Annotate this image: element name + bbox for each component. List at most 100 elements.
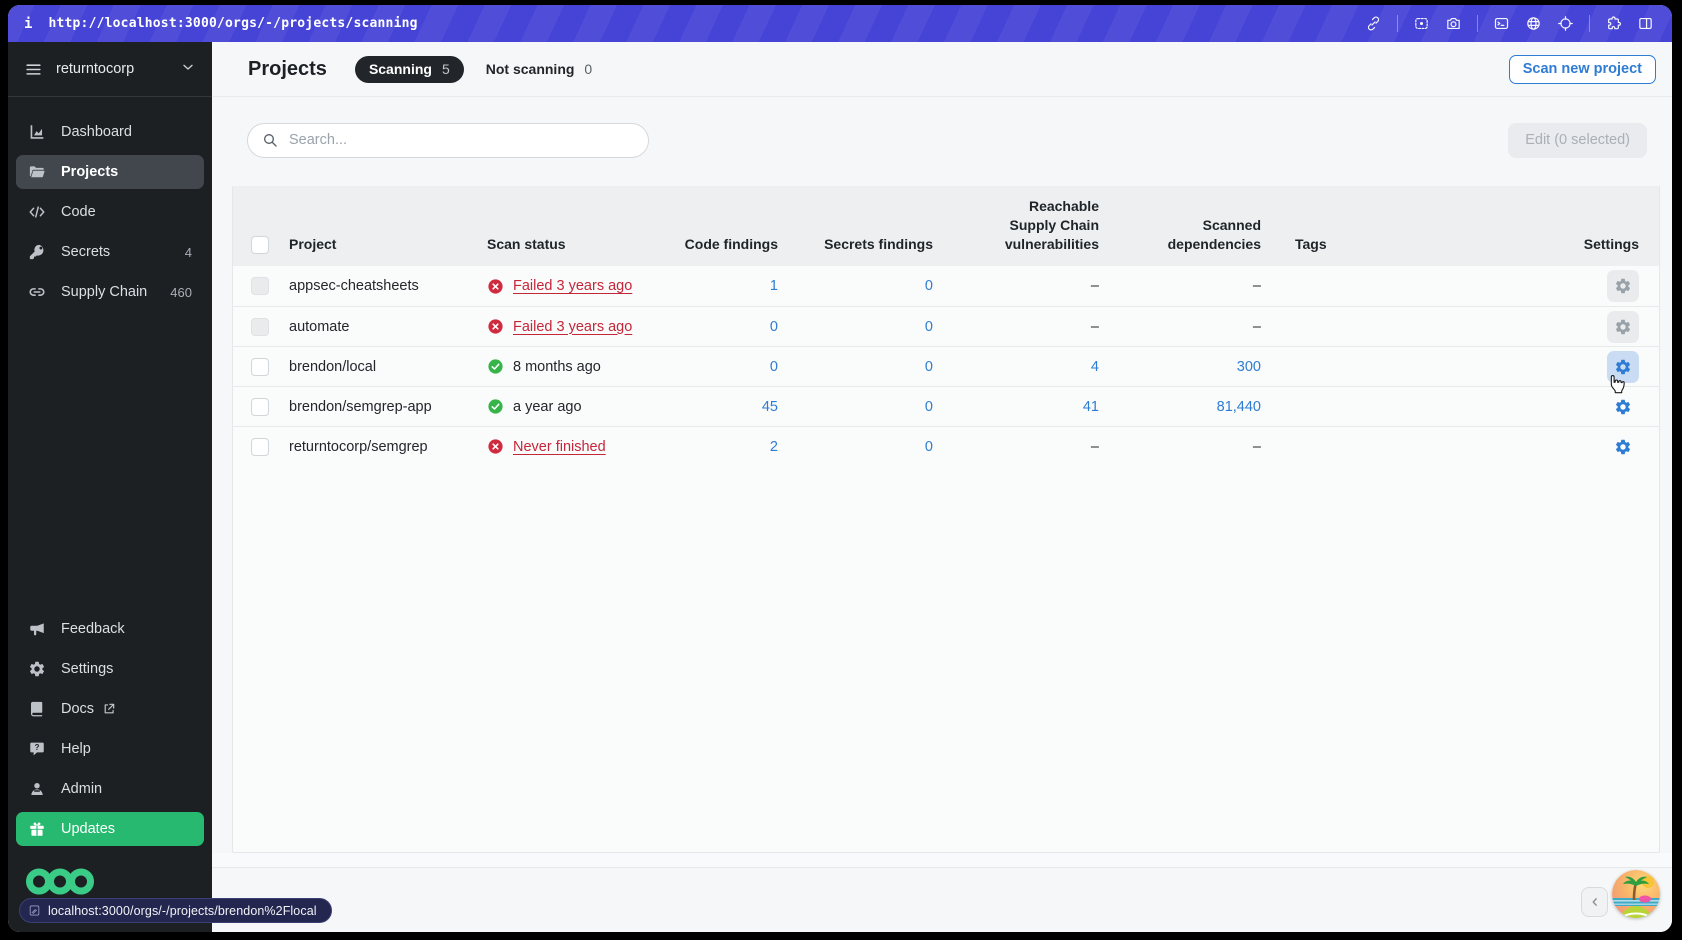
cell-count-link[interactable]: 0 (925, 319, 933, 335)
extensions-icon[interactable] (1605, 15, 1622, 32)
page-icon (28, 904, 41, 917)
main-content: Projects Scanning 5 Not scanning 0 Scan … (212, 42, 1672, 932)
scan-status: a year ago (487, 398, 650, 415)
cell-count-link[interactable]: 81,440 (1217, 399, 1261, 415)
project-name[interactable]: appsec-cheatsheets (289, 278, 487, 294)
toolbar-separator (1477, 15, 1478, 32)
cell-empty-value: – (1252, 318, 1261, 335)
sidebar-item-dashboard[interactable]: Dashboard (16, 115, 204, 149)
table-toolbar: Edit (0 selected) (212, 122, 1672, 158)
project-settings-gear-icon[interactable] (1607, 270, 1639, 302)
crosshair-icon[interactable] (1557, 15, 1574, 32)
table-row[interactable]: returntocorp/semgrep Never finished 2 0 – – (233, 426, 1659, 466)
cell-count-link[interactable]: 41 (1083, 399, 1099, 415)
table-row[interactable]: appsec-cheatsheets Failed 3 years ago 1 0 – – (233, 266, 1659, 306)
sidebar-item-projects[interactable]: Projects (16, 155, 204, 189)
sidebar-item-supply-chain[interactable]: Supply Chain 460 (16, 275, 204, 309)
x-circle-icon (487, 438, 504, 455)
address-url[interactable]: http://localhost:3000/orgs/-/projects/sc… (48, 16, 417, 31)
project-settings-gear-icon[interactable] (1607, 310, 1639, 343)
secrets-findings-cell: 0 (782, 359, 937, 375)
tab-not-scanning[interactable]: Not scanning 0 (486, 61, 592, 77)
settings-cell (1405, 310, 1659, 343)
docs-icon (28, 700, 46, 718)
secrets-findings-cell: 0 (782, 319, 937, 335)
cell-count-link[interactable]: 0 (925, 359, 933, 375)
feedback-icon (28, 620, 46, 638)
select-all-checkbox[interactable] (251, 236, 269, 254)
project-name[interactable]: automate (289, 319, 487, 335)
link-icon[interactable] (1365, 15, 1382, 32)
scan-status: Never finished (487, 438, 650, 455)
scan-status-text[interactable]: Failed 3 years ago (513, 278, 632, 294)
globe-icon[interactable] (1525, 15, 1542, 32)
row-checkbox[interactable] (251, 317, 269, 336)
table-row[interactable]: brendon/semgrep-app a year ago 45 0 41 81,440 (233, 386, 1659, 426)
cell-empty-value: – (1090, 318, 1099, 335)
sidebar-item-secrets[interactable]: Secrets 4 (16, 235, 204, 269)
row-checkbox[interactable] (251, 277, 269, 295)
cell-count-link[interactable]: 0 (925, 439, 933, 455)
camera-icon[interactable] (1445, 15, 1462, 32)
scan-status-text[interactable]: Never finished (513, 439, 606, 455)
sidebar-item-label: Secrets (61, 244, 111, 260)
sidebar-item-feedback[interactable]: Feedback (16, 612, 204, 646)
org-switcher[interactable]: returntocorp (8, 42, 212, 96)
project-settings-gear-icon[interactable] (1607, 431, 1639, 463)
project-settings-gear-icon[interactable] (1607, 391, 1639, 423)
cell-count-link[interactable]: 0 (770, 359, 778, 375)
screenshot-icon[interactable] (1413, 15, 1430, 32)
cell-empty-value: – (1090, 278, 1099, 294)
terminal-icon[interactable] (1493, 15, 1510, 32)
cell-count-link[interactable]: 45 (762, 399, 778, 415)
row-checkbox[interactable] (251, 397, 269, 416)
split-view-icon[interactable] (1637, 15, 1654, 32)
scanned-deps-cell: – (1103, 439, 1265, 455)
project-settings-gear-icon[interactable] (1607, 350, 1639, 383)
scan-status-text: 8 months ago (513, 358, 601, 375)
sidebar-item-code[interactable]: Code (16, 195, 204, 229)
project-name[interactable]: returntocorp/semgrep (289, 439, 487, 455)
cell-count-link[interactable]: 0 (925, 399, 933, 415)
row-checkbox[interactable] (251, 437, 269, 456)
user-avatar[interactable] (1612, 870, 1660, 918)
search-input[interactable] (289, 132, 634, 148)
sidebar-item-badge: 4 (184, 244, 192, 260)
sidebar-item-settings[interactable]: Settings (16, 652, 204, 686)
cell-count-link[interactable]: 300 (1237, 359, 1261, 375)
sidebar-divider (8, 96, 212, 97)
cell-count-link[interactable]: 1 (770, 278, 778, 294)
hamburger-icon[interactable] (24, 60, 43, 79)
edit-selected-button[interactable]: Edit (0 selected) (1508, 122, 1647, 158)
project-name[interactable]: brendon/local (289, 359, 487, 375)
sidebar-item-help[interactable]: ? Help (16, 732, 204, 766)
tab-scanning[interactable]: Scanning 5 (354, 55, 464, 83)
cell-count-link[interactable]: 0 (925, 278, 933, 294)
toolbar-separator (1589, 15, 1590, 32)
svg-text:?: ? (35, 743, 40, 752)
col-secrets-findings: Secrets findings (824, 236, 933, 253)
cell-count-link[interactable]: 0 (770, 319, 778, 335)
code-findings-cell: 0 (650, 359, 782, 375)
supply-chain-icon (28, 283, 46, 301)
tab-not-scanning-count: 0 (584, 61, 593, 77)
sidebar-item-docs[interactable]: Docs (16, 692, 204, 726)
updates-icon (28, 820, 46, 838)
code-icon (28, 203, 46, 221)
scan-status-text: a year ago (513, 398, 582, 415)
row-checkbox[interactable] (251, 357, 269, 376)
scanned-deps-cell: 81,440 (1103, 399, 1265, 415)
scan-status-text[interactable]: Failed 3 years ago (513, 319, 632, 335)
sidebar-item-updates[interactable]: Updates (16, 812, 204, 846)
search-box[interactable] (247, 122, 649, 158)
project-name[interactable]: brendon/semgrep-app (289, 399, 487, 415)
cell-count-link[interactable]: 2 (770, 439, 778, 455)
table-row[interactable]: brendon/local 8 months ago 0 0 4 300 (233, 346, 1659, 386)
sidebar-item-label: Supply Chain (61, 284, 148, 300)
collapse-chat-button[interactable] (1581, 887, 1608, 917)
sidebar-item-admin[interactable]: Admin (16, 772, 204, 806)
chevron-down-icon[interactable] (180, 59, 196, 80)
cell-count-link[interactable]: 4 (1091, 359, 1099, 375)
scan-new-project-button[interactable]: Scan new project (1508, 54, 1656, 84)
table-row[interactable]: automate Failed 3 years ago 0 0 – – (233, 306, 1659, 346)
